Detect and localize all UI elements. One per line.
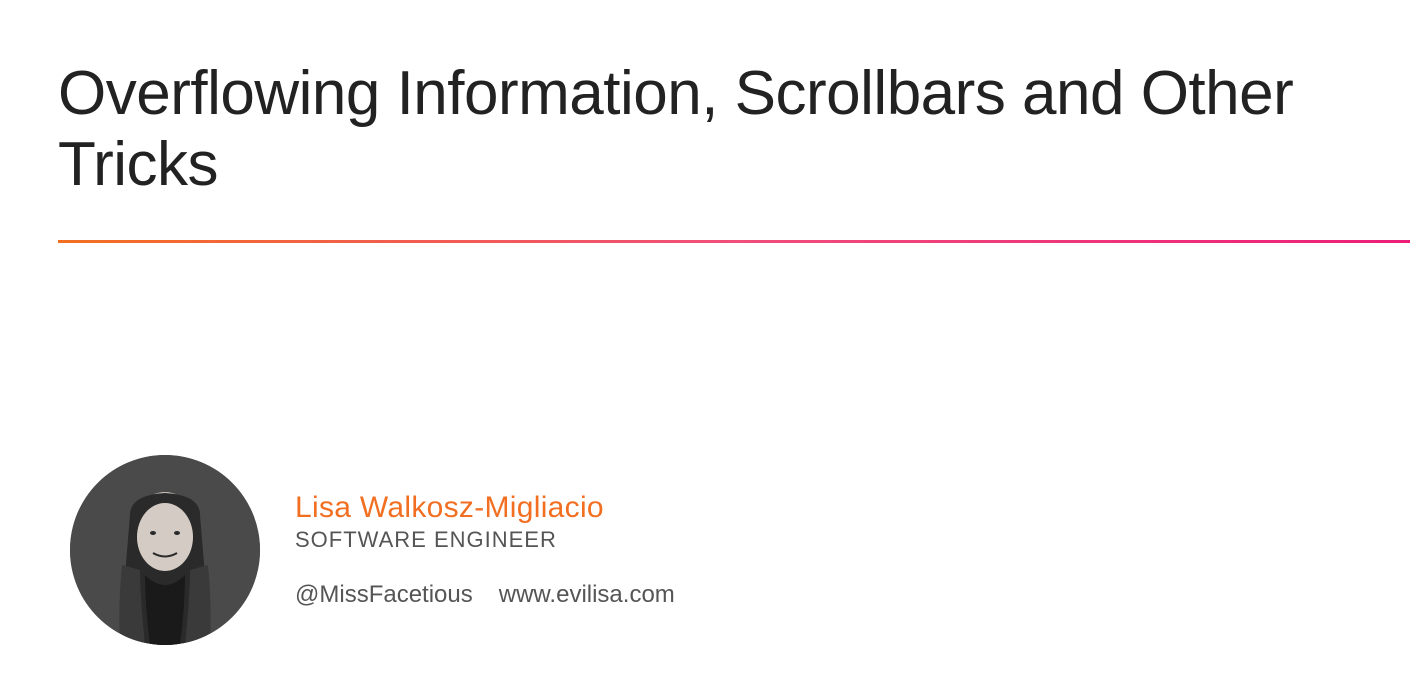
author-role: SOFTWARE ENGINEER	[295, 527, 675, 553]
author-handle: @MissFacetious	[295, 581, 473, 608]
author-website: www.evilisa.com	[499, 581, 675, 608]
author-section: Lisa Walkosz-Migliacio SOFTWARE ENGINEER…	[70, 455, 675, 645]
avatar	[70, 455, 260, 645]
author-links: @MissFacetious www.evilisa.com	[295, 581, 675, 609]
gradient-divider	[58, 240, 1410, 243]
author-info: Lisa Walkosz-Migliacio SOFTWARE ENGINEER…	[295, 491, 675, 609]
author-name: Lisa Walkosz-Migliacio	[295, 491, 675, 525]
slide-title: Overflowing Information, Scrollbars and …	[58, 58, 1410, 201]
avatar-icon	[70, 455, 260, 645]
